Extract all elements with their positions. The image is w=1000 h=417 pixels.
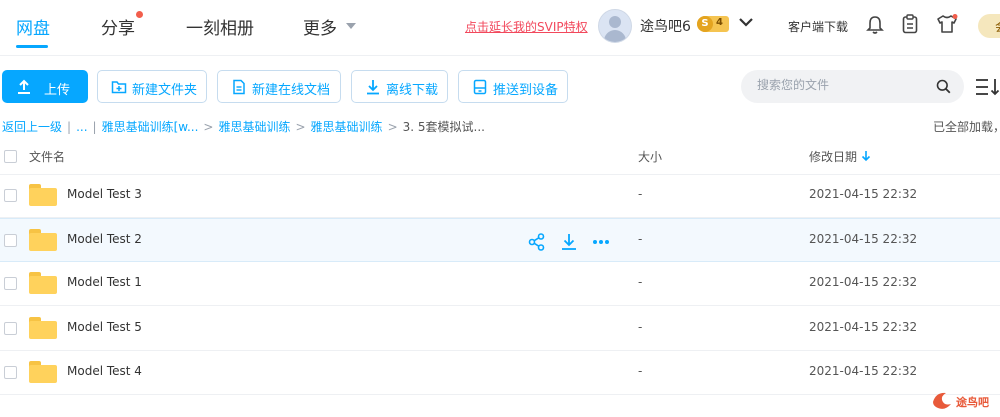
file-size: - xyxy=(638,364,643,378)
table-row[interactable]: Model Test 5 - 2021-04-15 22:32 xyxy=(0,307,1000,351)
file-name[interactable]: Model Test 5 xyxy=(67,320,142,334)
row-checkbox[interactable] xyxy=(4,322,17,335)
row-checkbox[interactable] xyxy=(4,366,17,379)
document-icon xyxy=(233,79,245,95)
search-box xyxy=(741,70,964,103)
member-button[interactable]: 会 xyxy=(978,14,1000,38)
watermark-text: 途鸟吧 xyxy=(956,396,989,409)
watermark-logo: 途鸟吧 xyxy=(930,388,1000,417)
breadcrumb-item[interactable]: 雅思基础训练 xyxy=(311,120,383,134)
search-icon[interactable] xyxy=(936,79,951,94)
offline-download-button[interactable]: 离线下载 xyxy=(351,70,448,103)
row-checkbox[interactable] xyxy=(4,277,17,290)
svip-promo-link[interactable]: 点击延长我的SVIP特权 xyxy=(465,18,588,35)
tab-album[interactable]: 一刻相册 xyxy=(186,14,254,39)
folder-icon xyxy=(29,361,57,383)
breadcrumb-item[interactable]: 雅思基础训练 xyxy=(218,120,290,134)
file-size: - xyxy=(638,232,643,246)
sort-desc-icon[interactable] xyxy=(861,150,871,162)
column-name[interactable]: 文件名 xyxy=(29,148,65,165)
notification-dot xyxy=(136,11,143,18)
bell-icon[interactable] xyxy=(866,15,884,35)
download-icon xyxy=(367,80,379,95)
more-caret-icon xyxy=(346,23,356,29)
file-size: - xyxy=(638,187,643,201)
list-view-sort-icon[interactable] xyxy=(975,78,1000,96)
select-all-checkbox[interactable] xyxy=(4,150,17,163)
push-to-device-button[interactable]: 推送到设备 xyxy=(458,70,568,103)
file-modified: 2021-04-15 22:32 xyxy=(809,275,918,289)
load-status: 已全部加载， xyxy=(933,120,1000,134)
file-name[interactable]: Model Test 1 xyxy=(67,275,142,289)
more-options-icon[interactable] xyxy=(592,233,610,251)
file-name[interactable]: Model Test 3 xyxy=(67,187,142,201)
back-link[interactable]: 返回上一级 xyxy=(2,120,62,134)
table-row[interactable]: Model Test 2 - 2021-04-15 22:32 xyxy=(0,218,1000,262)
top-nav: 网盘 分享 一刻相册 更多 点击延长我的SVIP特权 途鸟吧6 S 4 客户端下… xyxy=(0,0,1000,56)
folder-icon xyxy=(29,229,57,251)
folder-icon xyxy=(29,317,57,339)
new-online-doc-button[interactable]: 新建在线文档 xyxy=(217,70,341,103)
tab-share[interactable]: 分享 xyxy=(101,14,135,39)
file-modified: 2021-04-15 22:32 xyxy=(809,187,918,201)
file-name[interactable]: Model Test 4 xyxy=(67,364,142,378)
folder-icon xyxy=(29,184,57,206)
breadcrumb-ellipsis[interactable]: ... xyxy=(76,120,87,134)
file-modified: 2021-04-15 22:32 xyxy=(809,232,918,246)
chevron-down-icon[interactable] xyxy=(739,17,753,27)
row-checkbox[interactable] xyxy=(4,189,17,202)
client-download-link[interactable]: 客户端下载 xyxy=(788,18,848,35)
tab-netdisk[interactable]: 网盘 xyxy=(16,14,50,39)
file-size: - xyxy=(638,275,643,289)
search-input[interactable] xyxy=(755,77,929,93)
vip-level-badge: S 4 xyxy=(697,16,729,32)
table-row[interactable]: Model Test 1 - 2021-04-15 22:32 xyxy=(0,262,1000,306)
download-icon[interactable] xyxy=(560,233,578,251)
breadcrumb-current: 3. 5套模拟试... xyxy=(402,120,485,134)
upload-button[interactable]: 上传 xyxy=(2,70,88,103)
row-checkbox[interactable] xyxy=(4,234,17,247)
folder-icon xyxy=(29,272,57,294)
column-size[interactable]: 大小 xyxy=(638,148,662,165)
table-row[interactable]: Model Test 4 - 2021-04-15 22:32 xyxy=(0,351,1000,395)
share-icon[interactable] xyxy=(528,233,546,251)
tab-more[interactable]: 更多 xyxy=(303,14,337,39)
file-size: - xyxy=(638,320,643,334)
file-modified: 2021-04-15 22:32 xyxy=(809,320,918,334)
breadcrumb-item[interactable]: 雅思基础训练[w... xyxy=(102,120,199,134)
active-tab-indicator xyxy=(16,45,48,48)
upload-icon xyxy=(18,79,30,94)
device-icon xyxy=(473,79,487,95)
file-modified: 2021-04-15 22:32 xyxy=(809,364,918,378)
username[interactable]: 途鸟吧6 xyxy=(640,16,691,36)
breadcrumb: 返回上一级 |... | 雅思基础训练[w... > 雅思基础训练 > 雅思基础训练 >3. 5… xyxy=(2,120,485,134)
bird-logo-icon xyxy=(933,392,951,409)
tshirt-icon[interactable] xyxy=(936,14,958,34)
clipboard-icon[interactable] xyxy=(902,14,918,34)
vip-level: 4 xyxy=(716,17,723,28)
new-folder-icon xyxy=(111,81,127,94)
column-modified[interactable]: 修改日期 xyxy=(809,148,857,165)
new-folder-button[interactable]: 新建文件夹 xyxy=(97,70,207,103)
avatar[interactable] xyxy=(598,9,632,43)
svip-icon: S xyxy=(697,16,713,32)
table-header: 文件名 大小 修改日期 xyxy=(0,140,1000,175)
file-name[interactable]: Model Test 2 xyxy=(67,232,142,246)
table-row[interactable]: Model Test 3 - 2021-04-15 22:32 xyxy=(0,174,1000,218)
